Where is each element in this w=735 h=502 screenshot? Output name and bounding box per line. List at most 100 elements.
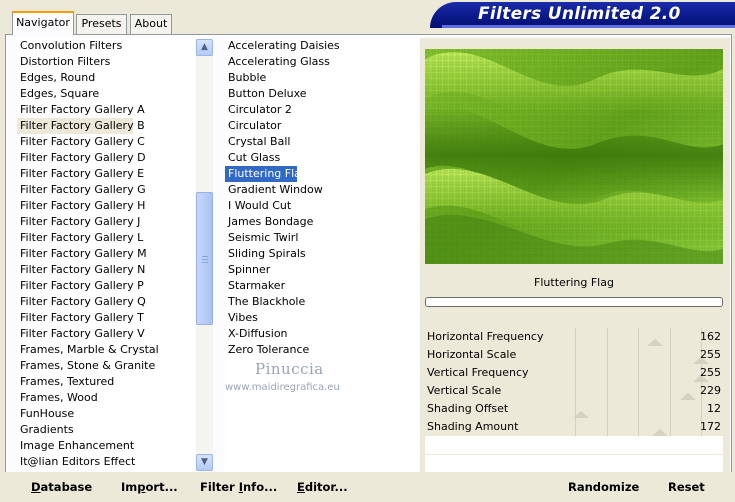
filter-item[interactable]: Accelerating Daisies [225,38,418,54]
filter-item[interactable]: Starmaker [225,278,418,294]
filter-item[interactable]: Circulator [225,118,418,134]
slider-tick [606,418,608,436]
randomize-button[interactable]: Randomize [568,480,639,494]
slider-thumb[interactable] [680,393,697,400]
slider-tick [638,382,639,400]
database-button[interactable]: Database [31,480,92,494]
category-item[interactable]: Filter Factory Gallery L [17,230,195,246]
filter-item[interactable]: Bubble [225,70,418,86]
category-item[interactable]: Distortion Filters [17,54,195,70]
category-item[interactable]: Frames, Wood [17,390,195,406]
filter-item[interactable]: Spinner [225,262,418,278]
category-item[interactable]: Filter Factory Gallery A [17,102,195,118]
filter-item[interactable]: Circulator 2 [225,102,418,118]
slider-tick [669,382,671,400]
category-item[interactable]: Filter Factory Gallery B [17,118,145,134]
filter-item[interactable]: Zero Tolerance [225,342,418,358]
parameter-slider[interactable]: Horizontal Frequency 162 [425,328,723,346]
tab-navigator[interactable]: Navigator [12,11,74,35]
scroll-up-button[interactable]: ▲ [196,39,213,56]
filter-item[interactable]: Cut Glass [225,150,418,166]
filter-item[interactable]: Fluttering Flag [225,166,308,182]
category-item[interactable]: Frames, Textured [17,374,195,390]
parameter-value: 229 [700,384,721,397]
category-item[interactable]: Frames, Marble & Crystal [17,342,195,358]
category-item[interactable]: Filter Factory Gallery P [17,278,195,294]
category-item[interactable]: Filter Factory Gallery H [17,198,195,214]
parameter-slider[interactable]: Vertical Frequency 255 [425,364,723,382]
category-item[interactable]: Filter Factory Gallery T [17,310,195,326]
filter-item[interactable]: Gradient Window [225,182,418,198]
filter-item[interactable]: Sliding Spirals [225,246,418,262]
category-item[interactable]: Filter Factory Gallery N [17,262,195,278]
slider-tick [638,364,639,382]
category-item[interactable]: It@lian Editors Effect [17,454,195,470]
filter-item[interactable]: James Bondage [225,214,418,230]
import-label: ort... [145,480,178,494]
slider-tick [575,382,576,400]
category-scrollbar[interactable]: ▲ ▼ [196,39,213,471]
slider-tick [606,382,608,400]
parameter-value: 172 [700,420,721,433]
category-item[interactable]: Filter Factory Gallery M [17,246,195,262]
slider-thumb[interactable] [651,429,668,436]
parameter-label: Vertical Frequency [427,366,529,379]
category-item[interactable]: Image Enhancement [17,438,195,454]
category-item[interactable]: Gradients [17,422,195,438]
import-button[interactable]: Import... [121,480,178,494]
parameter-label: Horizontal Scale [427,348,517,361]
category-item[interactable]: Filter Factory Gallery C [17,134,195,150]
scroll-thumb[interactable] [196,192,213,325]
parameter-label: Shading Offset [427,402,509,415]
slider-tick [669,418,671,436]
category-item[interactable]: Filter Factory Gallery J [17,214,195,230]
filter-item[interactable]: Vibes [225,310,418,326]
slider-tick [669,328,671,346]
preview-image [425,49,723,264]
category-item[interactable]: Filter Factory Gallery G [17,182,195,198]
category-item[interactable]: Filter Factory Gallery D [17,150,195,166]
import-label-pre: Im [121,480,138,494]
slider-tick [606,346,608,364]
slider-tick [606,364,608,382]
render-progress-bar [425,297,723,307]
import-mnemonic: p [137,480,146,494]
category-list[interactable]: Convolution Filters Distortion Filters Edg… [17,38,195,472]
parameter-value: 255 [700,348,721,361]
category-item[interactable]: Edges, Square [17,86,195,102]
category-item[interactable]: Frames, Stone & Granite [17,358,195,374]
filter-item[interactable]: Button Deluxe [225,86,418,102]
reset-button[interactable]: Reset [668,480,705,494]
filter-item[interactable]: I Would Cut [225,198,418,214]
editor-button[interactable]: Editor... [297,480,348,494]
parameter-slider[interactable]: Vertical Scale 229 [425,382,723,400]
slider-tick [575,328,576,346]
filter-item[interactable]: X-Diffusion [225,326,418,342]
category-item[interactable]: Edges, Round [17,70,195,86]
category-item[interactable]: Filter Factory Gallery V [17,326,195,342]
slider-tick [669,346,671,364]
parameter-slider[interactable]: Horizontal Scale 255 [425,346,723,364]
parameter-label: Horizontal Frequency [427,330,544,343]
slider-thumb[interactable] [572,411,589,418]
category-item[interactable]: Convolution Filters [17,38,195,54]
slider-thumb[interactable] [647,339,664,346]
category-item[interactable]: Filter Factory Gallery E [17,166,195,182]
category-item[interactable]: FunHouse [17,406,195,422]
slider-tick [669,364,671,382]
filter-item[interactable]: Crystal Ball [225,134,418,150]
category-item[interactable]: Filter Factory Gallery Q [17,294,195,310]
filter-item[interactable]: The Blackhole [225,294,418,310]
filter-item[interactable]: Seismic Twirl [225,230,418,246]
filter-item[interactable]: Accelerating Glass [225,54,418,70]
tab-presets[interactable]: Presets [76,14,127,34]
slider-tick [606,328,608,346]
editor-mnemonic: E [297,480,305,494]
parameter-value: 162 [700,330,721,343]
parameter-slider[interactable]: Shading Offset 12 [425,400,723,418]
parameter-slider[interactable]: Shading Amount 172 [425,418,723,436]
scroll-down-button[interactable]: ▼ [196,454,213,471]
filter-info-button[interactable]: Filter Info... [200,480,277,494]
tab-about[interactable]: About [130,14,172,34]
filter-list[interactable]: Accelerating Daisies Accelerating Glass Bu… [225,38,418,472]
